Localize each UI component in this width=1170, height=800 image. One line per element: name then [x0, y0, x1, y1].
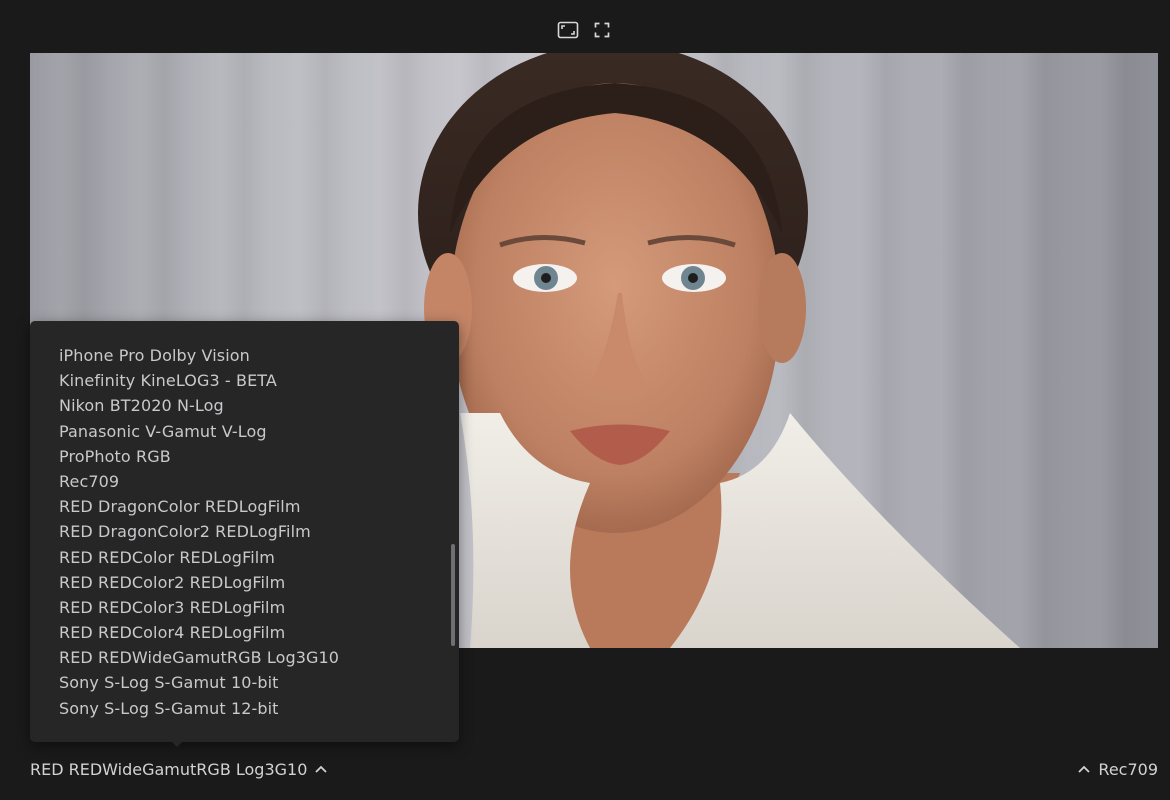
colorspace-list: iPhone Pro Dolby Vision Kinefinity KineL…: [30, 321, 459, 721]
menu-item-red-dragoncolor[interactable]: RED DragonColor REDLogFilm: [30, 494, 459, 519]
menu-item-red-redcolor4[interactable]: RED REDColor4 REDLogFilm: [30, 620, 459, 645]
menu-item-kinefinity-kinelog3[interactable]: Kinefinity KineLOG3 - BETA: [30, 368, 459, 393]
fit-frame-icon: [557, 21, 579, 39]
app-window: iPhone Pro Dolby Vision Kinefinity KineL…: [0, 0, 1170, 800]
menu-item-red-redcolor2[interactable]: RED REDColor2 REDLogFilm: [30, 570, 459, 595]
menu-item-sony-slog-10bit[interactable]: Sony S-Log S-Gamut 10-bit: [30, 670, 459, 695]
menu-scrollbar[interactable]: [451, 544, 455, 646]
source-colorspace-label: RED REDWideGamutRGB Log3G10: [30, 759, 308, 779]
menu-item-red-redcolor3[interactable]: RED REDColor3 REDLogFilm: [30, 595, 459, 620]
chevron-up-icon: [1078, 765, 1091, 773]
fit-frame-button[interactable]: [556, 18, 580, 42]
menu-pointer-arrow: [171, 741, 183, 747]
fullscreen-button[interactable]: [590, 18, 614, 42]
menu-item-sony-slog-12bit[interactable]: Sony S-Log S-Gamut 12-bit: [30, 696, 459, 721]
menu-item-prophoto-rgb[interactable]: ProPhoto RGB: [30, 444, 459, 469]
menu-item-iphone-pro-dolby-vision[interactable]: iPhone Pro Dolby Vision: [30, 343, 459, 368]
menu-item-panasonic-v-log[interactable]: Panasonic V-Gamut V-Log: [30, 419, 459, 444]
source-colorspace-select[interactable]: RED REDWideGamutRGB Log3G10: [30, 756, 328, 782]
menu-item-nikon-n-log[interactable]: Nikon BT2020 N-Log: [30, 393, 459, 418]
menu-item-red-widegamut-log3g10[interactable]: RED REDWideGamutRGB Log3G10: [30, 645, 459, 670]
top-toolbar: [0, 14, 1170, 46]
colorspace-dropdown-menu: iPhone Pro Dolby Vision Kinefinity KineL…: [30, 321, 459, 742]
target-colorspace-select[interactable]: Rec709: [1078, 756, 1158, 782]
chevron-up-icon: [315, 765, 328, 773]
target-colorspace-label: Rec709: [1098, 759, 1158, 779]
menu-item-red-dragoncolor2[interactable]: RED DragonColor2 REDLogFilm: [30, 519, 459, 544]
fullscreen-icon: [594, 22, 610, 38]
menu-item-rec709[interactable]: Rec709: [30, 469, 459, 494]
menu-item-red-redcolor[interactable]: RED REDColor REDLogFilm: [30, 545, 459, 570]
